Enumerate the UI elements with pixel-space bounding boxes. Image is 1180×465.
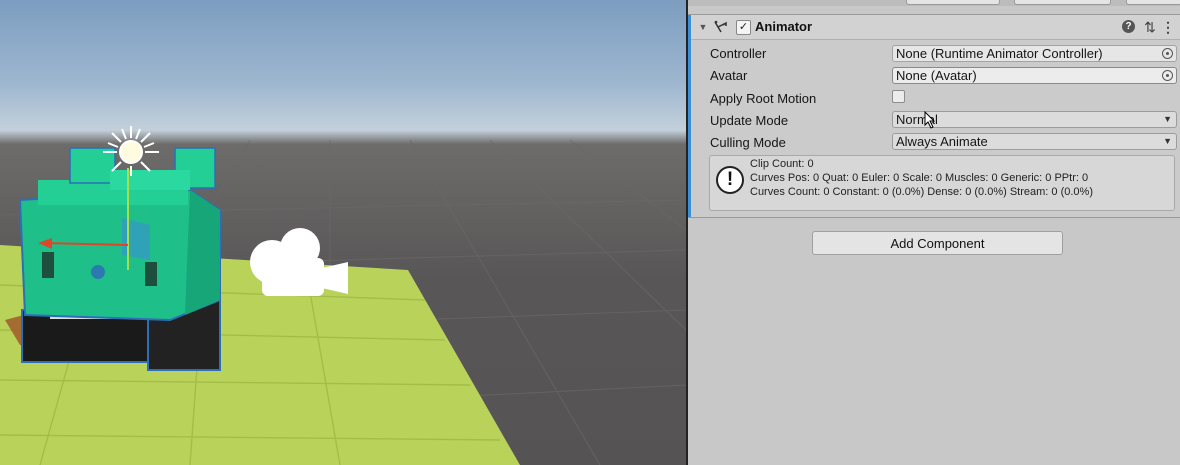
info-exclamation-icon: ! xyxy=(716,166,744,194)
previous-component-button[interactable] xyxy=(1126,0,1180,5)
preset-icon[interactable]: ⇅ xyxy=(1143,19,1157,35)
robot-model[interactable] xyxy=(18,147,221,371)
avatar-value: None (Avatar) xyxy=(896,68,977,83)
component-header[interactable]: ▼ ✓ Animator ? ⇅ ⋮ xyxy=(691,15,1180,40)
clip-info-box: ! Clip Count: 0 Curves Pos: 0 Quat: 0 Eu… xyxy=(709,155,1175,211)
previous-component-footer xyxy=(688,0,1180,6)
component-enabled-checkbox[interactable]: ✓ xyxy=(736,20,751,35)
culling-mode-dropdown[interactable]: Always Animate ▼ xyxy=(892,133,1177,150)
update-mode-label: Update Mode xyxy=(710,113,789,128)
culling-mode-value: Always Animate xyxy=(896,134,988,149)
component-title: Animator xyxy=(755,19,813,34)
avatar-field[interactable]: None (Avatar) xyxy=(892,67,1177,84)
apply-root-motion-label: Apply Root Motion xyxy=(710,91,817,106)
menu-icon[interactable]: ⋮ xyxy=(1161,19,1175,35)
controller-field[interactable]: None (Runtime Animator Controller) xyxy=(892,45,1177,62)
object-picker-icon[interactable] xyxy=(1162,48,1173,59)
dropdown-arrow-icon: ▼ xyxy=(1163,136,1172,146)
add-component-button[interactable]: Add Component xyxy=(812,231,1063,255)
camera-gizmo-icon[interactable] xyxy=(250,228,348,296)
curves-pos-text: Curves Pos: 0 Quat: 0 Euler: 0 Scale: 0 … xyxy=(750,172,1089,184)
help-icon[interactable]: ? xyxy=(1122,20,1135,33)
avatar-label: Avatar xyxy=(710,68,748,83)
previous-component-button[interactable] xyxy=(906,0,1000,5)
selection-accent-bar xyxy=(688,15,691,217)
foldout-arrow-icon[interactable]: ▼ xyxy=(697,20,709,34)
update-mode-dropdown[interactable]: Normal ▼ xyxy=(892,111,1177,129)
dropdown-arrow-icon: ▼ xyxy=(1163,114,1172,124)
previous-component-button[interactable] xyxy=(1014,0,1111,5)
apply-root-motion-checkbox[interactable] xyxy=(892,90,905,103)
scene-view[interactable] xyxy=(0,0,686,465)
animator-icon xyxy=(713,19,729,35)
clip-count-text: Clip Count: 0 xyxy=(750,158,814,170)
object-picker-icon[interactable] xyxy=(1162,70,1173,81)
controller-value: None (Runtime Animator Controller) xyxy=(896,46,1103,61)
culling-mode-label: Culling Mode xyxy=(710,135,786,150)
inspector-panel: ▼ ✓ Animator ? ⇅ ⋮ Controller None (Runt… xyxy=(688,0,1180,465)
controller-label: Controller xyxy=(710,46,767,61)
mouse-cursor-icon xyxy=(924,111,936,129)
scene-canvas[interactable] xyxy=(0,0,686,465)
animator-component: ▼ ✓ Animator ? ⇅ ⋮ Controller None (Runt… xyxy=(688,14,1180,218)
curves-count-text: Curves Count: 0 Constant: 0 (0.0%) Dense… xyxy=(750,186,1093,198)
